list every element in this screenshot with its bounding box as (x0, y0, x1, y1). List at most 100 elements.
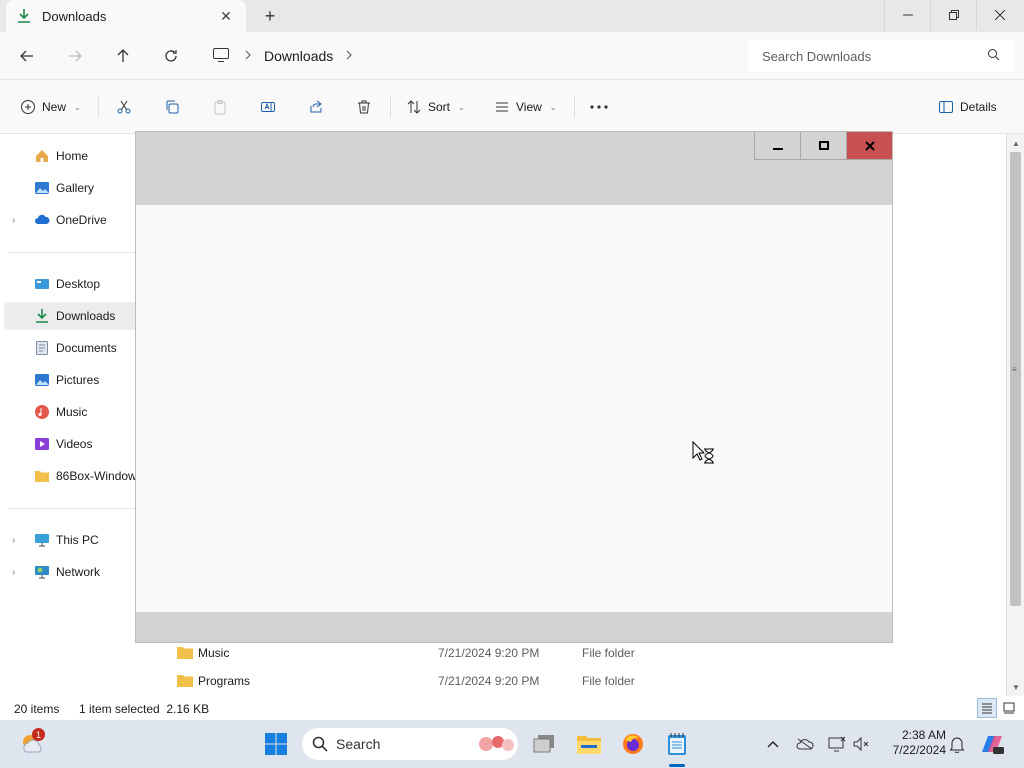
breadcrumb-downloads[interactable]: Downloads (264, 48, 333, 64)
minimize-button[interactable] (884, 0, 930, 30)
app-window-titlebar[interactable] (136, 132, 892, 205)
details-button[interactable]: Details (938, 95, 997, 119)
scroll-down-arrow[interactable]: ▼ (1007, 680, 1024, 694)
sidebar-item-this-pc[interactable]: › This PC (4, 526, 136, 554)
copilot-icon (982, 736, 1004, 754)
breadcrumb[interactable]: Downloads (200, 40, 736, 72)
restore-button[interactable] (930, 0, 976, 30)
list-item[interactable]: Programs 7/21/2024 9:20 PM File folder (176, 668, 776, 694)
sidebar-item-label: Gallery (56, 181, 95, 195)
list-item[interactable]: Music 7/21/2024 9:20 PM File folder (176, 640, 776, 666)
scissors-icon (117, 100, 131, 114)
sidebar-item-86box[interactable]: 86Box-Windows (4, 462, 136, 490)
app-close-button[interactable] (846, 132, 892, 160)
sidebar-item-label: Network (56, 565, 101, 579)
sidebar-item-onedrive[interactable]: › OneDrive (4, 206, 136, 234)
onedrive-offline-icon (796, 738, 814, 750)
refresh-button[interactable] (158, 44, 184, 68)
search-icon (312, 736, 328, 752)
sidebar-item-network[interactable]: › Network (4, 558, 136, 586)
firefox-button[interactable] (617, 728, 649, 760)
forward-button[interactable] (62, 44, 88, 68)
tiles-view-toggle[interactable] (999, 698, 1019, 718)
sidebar-item-downloads[interactable]: Downloads (4, 302, 136, 330)
paste-icon (214, 100, 226, 115)
sidebar-item-home[interactable]: Home (4, 142, 136, 170)
paste-button[interactable] (212, 95, 228, 119)
sidebar-item-gallery[interactable]: Gallery (4, 174, 136, 202)
this-pc-icon (34, 532, 50, 548)
search-icon (987, 48, 1000, 64)
new-tab-button[interactable]: + (258, 6, 282, 26)
close-icon[interactable]: ✕ (216, 6, 236, 26)
folder-icon (177, 675, 193, 687)
sidebar-item-documents[interactable]: Documents (4, 334, 136, 362)
address-row: Downloads Search Downloads (0, 32, 1024, 80)
search-input[interactable]: Search Downloads (748, 40, 1014, 72)
vertical-scrollbar[interactable]: ▲ ≡ ▼ (1006, 134, 1024, 696)
chevron-right-icon[interactable]: › (12, 567, 15, 578)
navigation-pane: Home Gallery › OneDrive Desktop Download… (0, 134, 136, 694)
clock-date: 7/22/2024 (892, 743, 946, 757)
details-view-toggle[interactable] (977, 698, 997, 718)
minimize-icon (902, 14, 913, 16)
sort-button[interactable]: Sort ⌄ (406, 95, 465, 119)
copy-button[interactable] (164, 95, 180, 119)
up-button[interactable] (110, 44, 136, 68)
chevron-right-icon[interactable]: › (12, 215, 15, 226)
sidebar-item-videos[interactable]: Videos (4, 430, 136, 458)
sidebar-item-label: Videos (56, 437, 93, 451)
chevron-right-icon[interactable]: › (12, 535, 15, 546)
copy-icon (166, 100, 179, 114)
task-view-button[interactable] (528, 728, 560, 760)
sort-icon (407, 100, 421, 114)
scroll-up-arrow[interactable]: ▲ (1007, 136, 1024, 150)
monitor-icon[interactable] (212, 47, 230, 66)
status-bar: 20 items 1 item selected 2.16 KB (0, 696, 1024, 720)
share-button[interactable] (308, 95, 324, 119)
pictures-icon (34, 372, 50, 388)
plus-circle-icon (21, 100, 35, 114)
volume-muted-icon (853, 736, 869, 752)
file-explorer-button[interactable] (573, 728, 605, 760)
sidebar-item-label: This PC (56, 533, 99, 547)
back-button[interactable] (14, 44, 40, 68)
app-minimize-button[interactable] (754, 132, 800, 160)
refresh-icon (165, 50, 177, 62)
sidebar-item-pictures[interactable]: Pictures (4, 366, 136, 394)
taskbar-search[interactable]: Search (302, 728, 518, 760)
more-options-button[interactable] (590, 95, 608, 119)
volume-tray[interactable] (850, 732, 872, 756)
copilot-button[interactable] (976, 728, 1008, 760)
app-window[interactable] (135, 131, 893, 643)
clock[interactable]: 2:38 AM 7/22/2024 (880, 728, 946, 758)
rename-button[interactable] (260, 95, 276, 119)
folder-icon (177, 647, 193, 659)
sidebar-item-label: Music (56, 405, 88, 419)
show-hidden-icons-button[interactable] (762, 732, 784, 756)
delete-button[interactable] (356, 95, 372, 119)
app-maximize-button[interactable] (800, 132, 846, 160)
details-label: Details (960, 100, 997, 114)
view-button[interactable]: View ⌄ (494, 95, 557, 119)
sidebar-item-desktop[interactable]: Desktop (4, 270, 136, 298)
cut-button[interactable] (116, 95, 132, 119)
sidebar-item-label: Pictures (56, 373, 100, 387)
sidebar-item-label: Documents (56, 341, 117, 355)
chevron-down-icon: ⌄ (549, 102, 557, 112)
chevron-right-icon[interactable] (244, 49, 252, 63)
restore-icon (948, 10, 959, 20)
network-tray[interactable] (826, 732, 848, 756)
notepad-button[interactable] (661, 728, 693, 760)
scrollbar-thumb[interactable] (1010, 152, 1021, 606)
new-button[interactable]: New ⌄ (20, 95, 81, 119)
tiles-view-icon (1003, 702, 1015, 714)
onedrive-tray[interactable] (794, 732, 816, 756)
close-window-button[interactable] (976, 0, 1022, 30)
tab-downloads[interactable]: Downloads ✕ (6, 0, 246, 32)
notifications-button[interactable] (946, 732, 968, 756)
start-button[interactable] (260, 728, 292, 760)
chevron-right-icon[interactable] (345, 49, 353, 63)
sidebar-item-music[interactable]: Music (4, 398, 136, 426)
videos-icon (34, 436, 50, 452)
